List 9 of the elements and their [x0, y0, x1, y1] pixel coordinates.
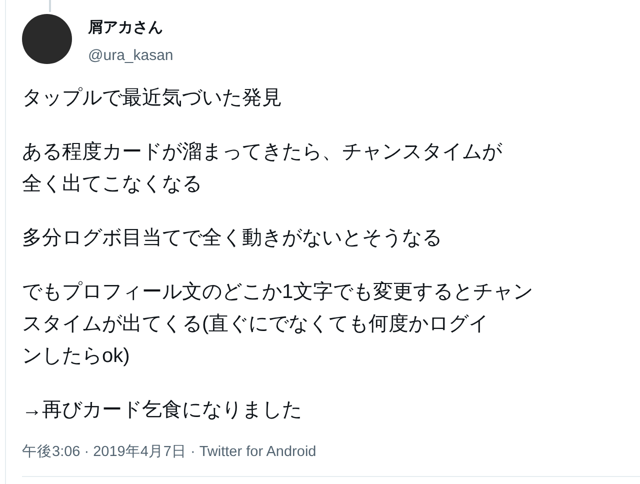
tweet-paragraph: 多分ログボ目当てで全く動きがないとそうなる: [22, 226, 443, 251]
tweet-paragraph: タップルで最近気づいた発見: [22, 86, 283, 111]
avatar-photo-placeholder[interactable]: [22, 14, 72, 64]
tweet-paragraph: でもプロフィール文のどこか1文字でも変更するとチャン スタイムが出てくる(直ぐにでなくても何度かログイ ンしたらok): [22, 280, 534, 369]
tweet-paragraph: ある程度カードが溜まってきたら、チャンスタイムが 全く出てこなくなる: [22, 140, 504, 197]
tweet-paragraph: →再びカード乞食になりました: [22, 398, 303, 423]
author-name[interactable]: 屑アカさん: [88, 18, 174, 38]
tweet-meta: 午後3:06 · 2019年4月7日 · Twitter for Android: [22, 443, 318, 462]
author-handle[interactable]: @ura_kasan: [88, 46, 174, 66]
